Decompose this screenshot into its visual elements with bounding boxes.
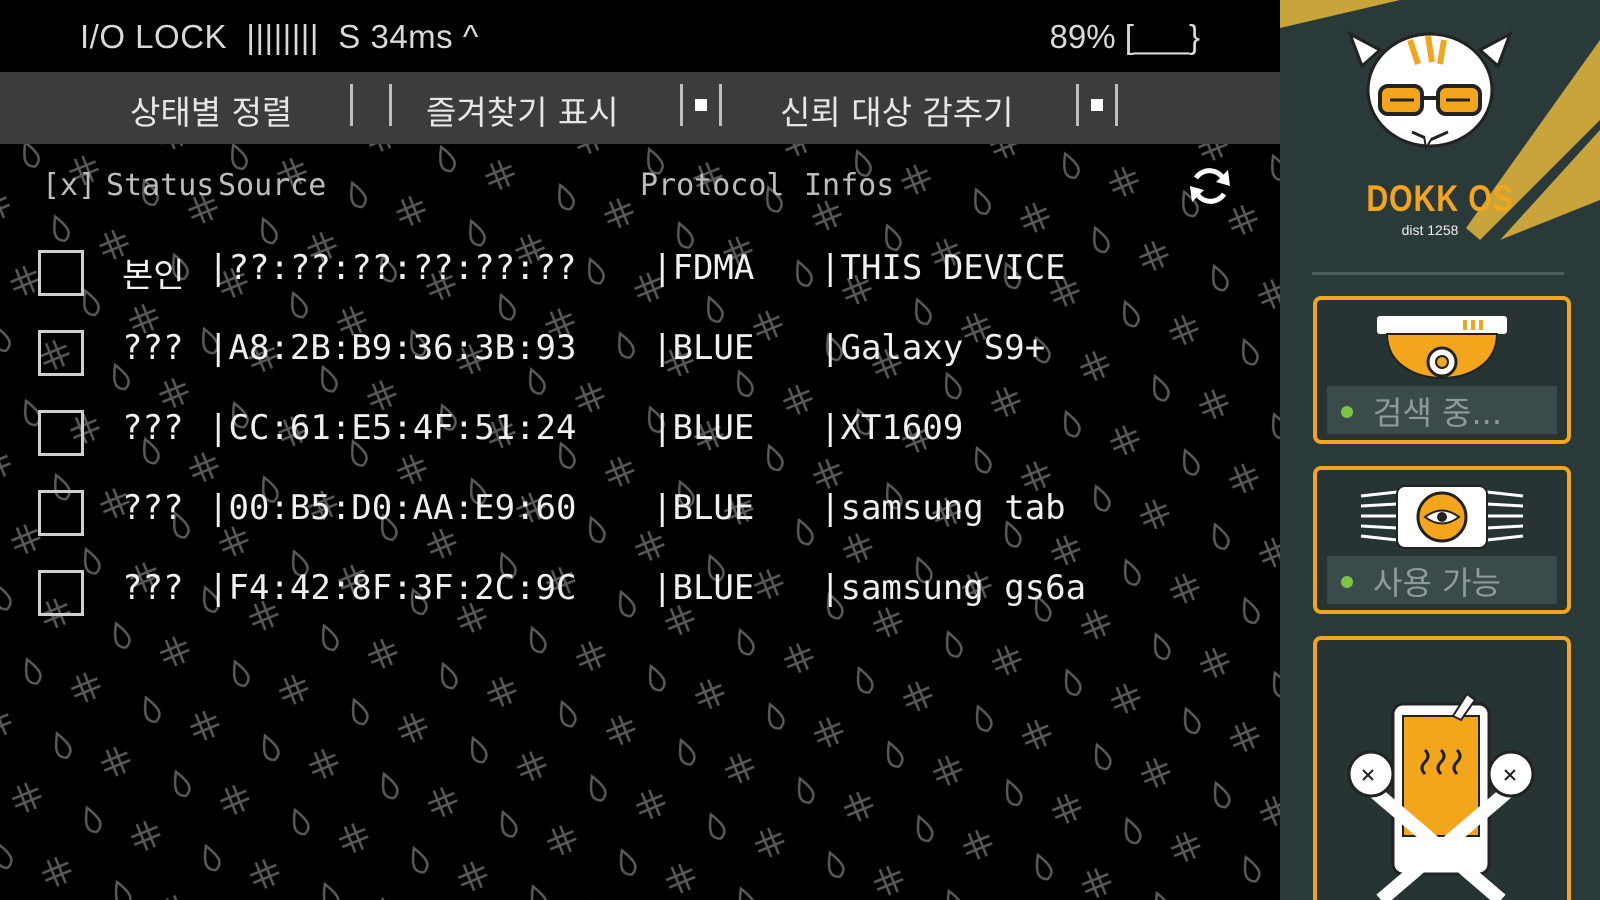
row-protocol: |FDMA — [652, 248, 755, 288]
row-info: |XT1609 — [820, 408, 964, 448]
row-checkbox[interactable] — [38, 570, 84, 616]
row-info: |samsung tab — [820, 488, 1066, 528]
scanner-status: 검색 중... — [1327, 386, 1557, 434]
dokk-side-panel: DOKK OS dist 1258 검색 중... 사용 가능 — [1280, 0, 1600, 900]
scanner-status-text: 검색 중... — [1373, 394, 1503, 432]
row-protocol: |BLUE — [652, 328, 755, 368]
sort-by-status-label: 상태별 정렬 — [130, 93, 293, 132]
table-row[interactable]: ??? |A8:2B:B9:36:3B:93 |BLUE |Galaxy S9+ — [0, 316, 1260, 386]
checked-indicator — [695, 99, 707, 111]
column-infos-header[interactable]: Infos — [804, 168, 894, 203]
row-protocol: |BLUE — [652, 568, 755, 608]
row-source: |A8:2B:B9:36:3B:93 — [208, 328, 577, 368]
show-favorites-checkbox[interactable] — [680, 84, 722, 126]
panel-divider — [1312, 272, 1564, 275]
table-row[interactable]: ??? |00:B5:D0:AA:E9:60 |BLUE |samsung ta… — [0, 476, 1260, 546]
row-source: |00:B5:D0:AA:E9:60 — [208, 488, 577, 528]
brand-version: dist 1258 — [1401, 222, 1459, 238]
column-status-header[interactable]: Status — [106, 168, 214, 203]
scanner-card[interactable]: 검색 중... — [1313, 296, 1571, 444]
hide-trusted-checkbox[interactable] — [1076, 84, 1118, 126]
device-list-panel: [x] Status Source Protocol Infos 본인 |??:… — [0, 144, 1280, 900]
row-protocol: |BLUE — [652, 408, 755, 448]
io-lock-status: I/O LOCK |||||||| S 34ms ^ — [80, 18, 479, 55]
column-protocol-header[interactable]: Protocol — [640, 168, 785, 203]
filter-bar: 상태별 정렬 즐겨찾기 표시 신뢰 대상 감추기 — [0, 72, 1280, 144]
row-status: 본인 — [122, 256, 185, 296]
dokkaebi-mascot-icon — [1347, 30, 1513, 151]
eye-card[interactable]: 사용 가능 — [1313, 466, 1571, 614]
status-dot — [1341, 406, 1353, 418]
scanner-camera-icon — [1377, 316, 1507, 380]
eye-device-icon — [1360, 485, 1524, 549]
row-protocol: |BLUE — [652, 488, 755, 528]
show-favorites-label: 즐겨찾기 표시 — [426, 93, 619, 132]
status-dot — [1341, 576, 1353, 588]
column-select-header: [x] — [42, 168, 97, 203]
table-row[interactable]: 본인 |??:??:??:??:??:?? |FDMA |THIS DEVICE — [0, 236, 1260, 306]
row-checkbox[interactable] — [38, 250, 84, 296]
row-info: |samsung gs6a — [820, 568, 1087, 608]
checked-indicator — [1091, 99, 1103, 111]
row-checkbox[interactable] — [38, 330, 84, 376]
hide-trusted-label: 신뢰 대상 감추기 — [780, 93, 1014, 132]
row-status: ??? — [122, 408, 184, 448]
row-source: |F4:42:8F:3F:2C:9C — [208, 568, 577, 608]
broken-phone-bats-icon — [1347, 692, 1535, 900]
row-info: |THIS DEVICE — [820, 248, 1066, 288]
row-source: |CC:61:E5:4F:51:24 — [208, 408, 577, 448]
brand-title: DOKK OS — [1366, 178, 1514, 219]
row-source: |??:??:??:??:??:?? — [208, 248, 577, 288]
row-checkbox[interactable] — [38, 490, 84, 536]
row-checkbox[interactable] — [38, 410, 84, 456]
column-source-header[interactable]: Source — [218, 168, 326, 203]
row-status: ??? — [122, 568, 184, 608]
refresh-icon[interactable] — [1186, 162, 1234, 210]
table-row[interactable]: ??? |F4:42:8F:3F:2C:9C |BLUE |samsung gs… — [0, 556, 1260, 626]
row-info: |Galaxy S9+ — [820, 328, 1046, 368]
status-bar: I/O LOCK |||||||| S 34ms ^ 89% [___} — [0, 0, 1280, 72]
row-status: ??? — [122, 488, 184, 528]
sort-by-status-checkbox[interactable] — [350, 84, 392, 126]
eye-status-text: 사용 가능 — [1373, 564, 1501, 602]
battery-status: 89% [___} — [1049, 18, 1200, 55]
breaker-card[interactable] — [1313, 636, 1571, 900]
eye-status: 사용 가능 — [1327, 556, 1557, 604]
row-status: ??? — [122, 328, 184, 368]
table-row[interactable]: ??? |CC:61:E5:4F:51:24 |BLUE |XT1609 — [0, 396, 1260, 466]
